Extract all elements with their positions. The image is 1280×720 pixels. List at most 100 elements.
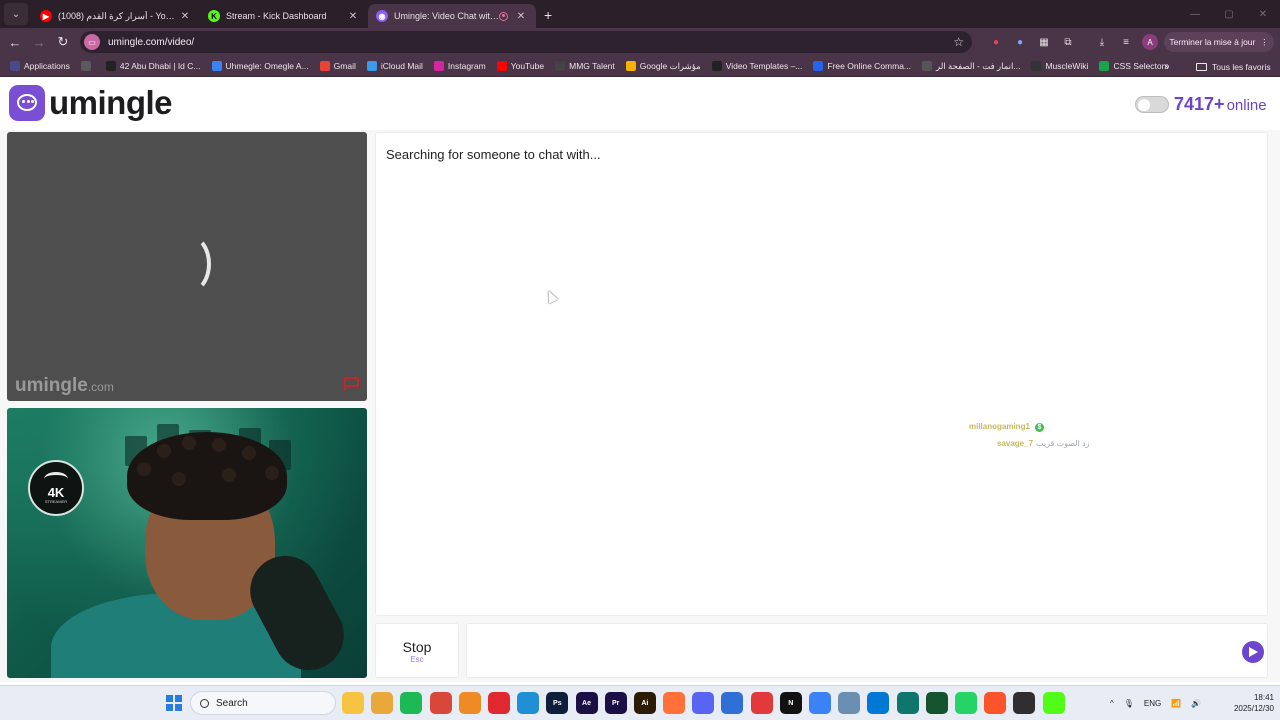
reload-icon[interactable]: ↻ bbox=[51, 30, 75, 54]
chrome-icon[interactable] bbox=[429, 692, 452, 714]
download-icon[interactable]: ⤓ bbox=[1090, 30, 1114, 54]
store-icon[interactable] bbox=[721, 692, 744, 714]
stop-button[interactable]: Stop Esc bbox=[375, 623, 459, 678]
umingle-logo-icon[interactable] bbox=[9, 85, 45, 121]
system-tray: ^ 🎙 ENG 📶 🔊 bbox=[1110, 686, 1211, 720]
bookmark-item[interactable]: YouTube bbox=[496, 61, 544, 71]
bookmark-item[interactable]: Uhmegle: Omegle A... bbox=[211, 61, 309, 71]
profile-avatar[interactable]: A bbox=[1138, 30, 1162, 54]
bookmark-item[interactable]: 42 Abu Dhabi | Id C... bbox=[105, 61, 201, 71]
close-tab-icon[interactable]: ✕ bbox=[346, 11, 360, 22]
send-icon[interactable] bbox=[1242, 641, 1264, 663]
bookmark-item[interactable]: انمار فت - الصفحة الر... bbox=[922, 61, 1020, 72]
illustrator-icon[interactable]: Ai bbox=[633, 692, 656, 714]
all-bookmarks-button[interactable]: Tous les favoris bbox=[1196, 56, 1271, 77]
bookmark-item[interactable]: Instagram bbox=[433, 61, 486, 71]
premiere-icon[interactable]: Pr bbox=[604, 692, 627, 714]
forward-icon[interactable]: → bbox=[27, 30, 51, 54]
opera-icon[interactable] bbox=[487, 692, 510, 714]
firefox-icon[interactable] bbox=[663, 692, 686, 714]
tab-search-icon[interactable]: ⌄ bbox=[4, 3, 28, 25]
youtube-icon: ▶ bbox=[40, 10, 52, 22]
bookmark-item[interactable]: Google مؤشرات bbox=[625, 61, 701, 72]
tab-youtube[interactable]: ▶ (1008) أسرار كرة القدم - YouTube ✕ bbox=[32, 4, 200, 28]
app-red-icon[interactable] bbox=[750, 692, 773, 714]
wifi-icon[interactable]: 📶 bbox=[1171, 699, 1181, 708]
kick-icon[interactable] bbox=[1042, 692, 1065, 714]
discord-icon[interactable] bbox=[692, 692, 715, 714]
taskbar-search[interactable]: Search bbox=[190, 691, 336, 715]
start-button-icon[interactable] bbox=[166, 695, 182, 711]
bookmark-favicon-icon bbox=[555, 61, 566, 71]
site-info-icon[interactable]: ▭ bbox=[84, 34, 100, 50]
tab-umingle[interactable]: ◉ Umingle: Video Chat with S ✕ bbox=[368, 4, 536, 28]
after-effects-icon[interactable]: Ae bbox=[575, 692, 598, 714]
app-green-icon[interactable] bbox=[925, 692, 948, 714]
update-button[interactable]: Terminer la mise à jour ⋮ bbox=[1164, 32, 1274, 52]
app-cloud-icon[interactable] bbox=[838, 692, 861, 714]
file-explorer-icon[interactable] bbox=[342, 692, 364, 714]
vscode-icon[interactable] bbox=[867, 692, 890, 714]
taskbar-search-label: Search bbox=[216, 697, 248, 709]
url-text[interactable]: umingle.com/video/ bbox=[108, 37, 953, 48]
app-blue-icon[interactable] bbox=[809, 692, 831, 714]
bookmarks-overflow-icon[interactable]: » bbox=[1164, 56, 1170, 77]
browser-toolbar: ← → ↻ ▭ umingle.com/video/ ☆ ● ● ▦ ⧉ ⤓ ≡… bbox=[0, 28, 1280, 56]
netflix-icon[interactable]: N bbox=[779, 692, 802, 714]
bookmark-label: انمار فت - الصفحة الر... bbox=[936, 60, 1021, 71]
maximize-icon[interactable]: ▢ bbox=[1212, 0, 1246, 28]
extension-red-icon[interactable]: ● bbox=[984, 30, 1008, 54]
extension-game-icon[interactable]: ▦ bbox=[1032, 30, 1056, 54]
language-indicator[interactable]: ENG bbox=[1144, 699, 1161, 708]
address-bar[interactable]: ▭ umingle.com/video/ ☆ bbox=[80, 31, 972, 53]
media-control-icon[interactable]: ≡ bbox=[1114, 30, 1138, 54]
bookmark-label: Video Templates –... bbox=[725, 61, 803, 71]
clock-time: 18:41 bbox=[1253, 693, 1274, 702]
system-clock[interactable]: 18:41 2025/12/30 bbox=[1218, 692, 1274, 714]
close-tab-icon[interactable]: ✕ bbox=[178, 11, 192, 22]
bookmark-label: 42 Abu Dhabi | Id C... bbox=[119, 61, 201, 71]
stop-button-label: Stop bbox=[402, 639, 432, 655]
back-icon[interactable]: ← bbox=[3, 30, 27, 54]
tray-overflow-icon[interactable]: ^ bbox=[1110, 699, 1114, 708]
close-window-icon[interactable]: ✕ bbox=[1246, 0, 1280, 28]
edge-icon[interactable] bbox=[517, 692, 540, 714]
bookmark-item[interactable]: Gmail bbox=[319, 61, 356, 71]
bookmark-favicon-icon bbox=[80, 61, 91, 71]
kebab-menu-icon[interactable]: ⋮ bbox=[1260, 37, 1269, 48]
bookmark-favicon-icon bbox=[10, 61, 20, 71]
fl-studio-icon[interactable] bbox=[458, 692, 481, 714]
brand-name[interactable]: umingle bbox=[49, 84, 173, 122]
minimize-icon[interactable]: — bbox=[1178, 0, 1212, 28]
bookmark-item[interactable]: MMG Talent bbox=[555, 61, 615, 71]
bookmark-item[interactable]: Applications bbox=[10, 61, 70, 71]
bookmark-star-icon[interactable]: ☆ bbox=[953, 35, 964, 49]
bookmark-item[interactable]: CSS Selectors bbox=[1099, 61, 1169, 71]
photoshop-icon[interactable]: Ps bbox=[546, 692, 569, 714]
close-tab-icon[interactable]: ✕ bbox=[514, 11, 528, 22]
app-teal-icon[interactable] bbox=[896, 692, 919, 714]
message-input[interactable] bbox=[466, 623, 1268, 678]
bookmark-label: iCloud Mail bbox=[380, 61, 423, 71]
bookmark-item[interactable]: Free Online Comma... bbox=[813, 61, 911, 71]
volume-icon[interactable]: 🔊 bbox=[1191, 699, 1201, 708]
bookmark-item[interactable]: iCloud Mail bbox=[366, 61, 423, 71]
whatsapp-like-icon[interactable] bbox=[954, 692, 977, 714]
spotify-icon[interactable] bbox=[400, 692, 423, 714]
bookmark-item[interactable]: MuscleWiki bbox=[1031, 61, 1088, 71]
folder-icon bbox=[1196, 62, 1207, 71]
brave-icon[interactable] bbox=[984, 692, 1007, 714]
bookmark-item[interactable] bbox=[80, 61, 95, 71]
tab-title: Stream - Kick Dashboard bbox=[226, 11, 327, 21]
extensions-puzzle-icon[interactable]: ⧉ bbox=[1056, 30, 1080, 54]
microphone-icon[interactable]: 🎙 bbox=[1124, 699, 1134, 708]
obs-icon[interactable] bbox=[1013, 692, 1036, 714]
bookmark-item[interactable]: Video Templates –... bbox=[711, 61, 803, 71]
folder-icon[interactable] bbox=[371, 692, 394, 714]
new-tab-button[interactable]: + bbox=[544, 7, 552, 23]
dark-mode-toggle[interactable] bbox=[1135, 96, 1169, 113]
report-flag-icon[interactable] bbox=[343, 376, 361, 392]
extension-blue-icon[interactable]: ● bbox=[1008, 30, 1032, 54]
tab-kick-dashboard[interactable]: K Stream - Kick Dashboard ✕ bbox=[200, 4, 368, 28]
chat-panel: Searching for someone to chat with... mi… bbox=[375, 132, 1268, 616]
